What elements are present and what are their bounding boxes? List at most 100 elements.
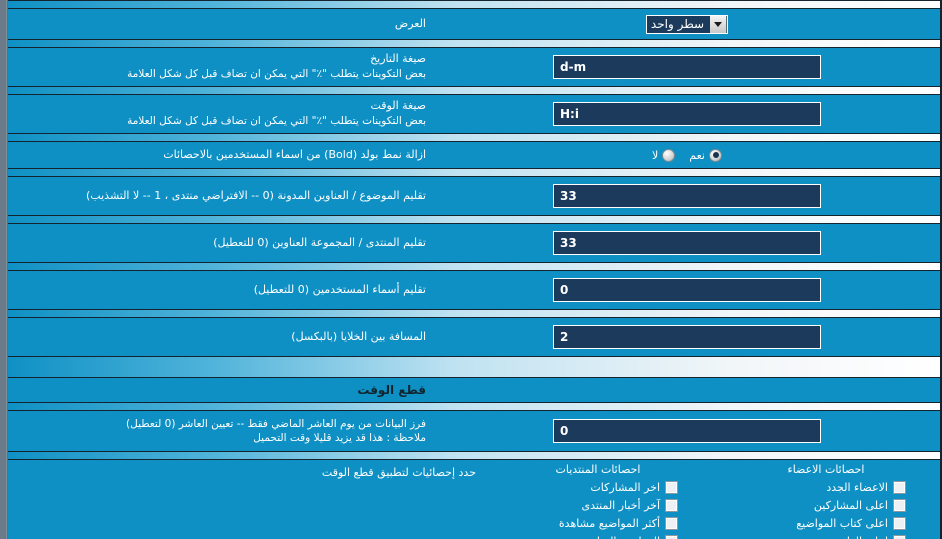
checkbox-label: آخر أخبار المنتدى xyxy=(581,498,660,512)
checkbox-row[interactable]: المواضيع الساخنة xyxy=(518,532,678,539)
time-format-label: صيغة الوقت xyxy=(370,99,426,113)
checkbox-row[interactable]: اعلى كتاب المواضيع xyxy=(746,514,906,532)
checkbox-row[interactable]: أكثر المواضيع مشاهدة xyxy=(518,514,678,532)
chevron-down-icon[interactable] xyxy=(710,15,728,33)
row-cell-spacing: المسافة بين الخلايا (بالبكسل) xyxy=(5,318,940,356)
time-cut-desc-line2: ملاحظة : هذا قد يزيد قليلا وقت التحميل xyxy=(253,432,426,444)
radio-selected-icon[interactable] xyxy=(709,148,722,162)
time-format-input[interactable] xyxy=(553,102,821,126)
trim-usernames-input[interactable] xyxy=(553,278,821,302)
checkbox-icon[interactable] xyxy=(665,534,678,539)
date-format-input[interactable] xyxy=(553,55,821,79)
stats-column-forums: احصائات المنتديات اخر المشاركات آخر أخبا… xyxy=(484,463,712,539)
remove-bold-label: ازالة نمط بولد (Bold) من اسماء المستخدمي… xyxy=(163,147,426,161)
trim-usernames-label: تقليم أسماء المستخدمين (0 للتعطيل) xyxy=(253,282,426,296)
time-format-control-cell xyxy=(434,98,940,130)
stats-select-label-cell: حدد إحصائيات لتطبيق قطع الوقت xyxy=(55,463,484,479)
checkbox-icon[interactable] xyxy=(665,480,678,494)
checkbox-label: اعلى الداعين xyxy=(746,535,888,539)
separator xyxy=(5,402,940,411)
separator xyxy=(5,262,940,271)
checkbox-label: اخر المشاركات xyxy=(590,480,660,494)
time-cut-section-label-cell: قطع الوقت xyxy=(5,378,434,402)
date-format-desc: بعض التكوينات يتطلب "٪" التي يمكن ان تضا… xyxy=(127,68,426,81)
date-format-label-cell: صيغة التاريخ بعض التكوينات يتطلب "٪" الت… xyxy=(5,48,434,85)
cell-spacing-input[interactable] xyxy=(553,325,821,349)
checkbox-row[interactable]: اعلى المشاركين xyxy=(746,496,906,514)
row-date-format: صيغة التاريخ بعض التكوينات يتطلب "٪" الت… xyxy=(5,48,940,86)
cell-spacing-label: المسافة بين الخلايا (بالبكسل) xyxy=(291,329,426,343)
time-cut-input[interactable] xyxy=(553,419,821,443)
trim-forum-label-cell: تقليم المنتدى / المجموعة العناوين (0 للت… xyxy=(5,232,434,255)
separator xyxy=(5,133,940,142)
trim-usernames-label-cell: تقليم أسماء المستخدمين (0 للتعطيل) xyxy=(5,279,434,302)
checkbox-label: أكثر المواضيع مشاهدة xyxy=(558,516,660,530)
cell-spacing-control-cell xyxy=(434,321,940,353)
stats-selection-area: احصائات الاعضاء الاعضاء الجدد اعلى المشا… xyxy=(5,460,940,539)
checkbox-label: المواضيع الساخنة xyxy=(518,535,660,539)
remove-bold-radio-no[interactable]: لا xyxy=(652,148,676,162)
date-format-label: صيغة التاريخ xyxy=(370,52,426,66)
row-trim-usernames: تقليم أسماء المستخدمين (0 للتعطيل) xyxy=(5,271,940,309)
checkbox-row[interactable]: اعلى الداعين xyxy=(746,532,906,539)
row-time-cut-section: قطع الوقت xyxy=(5,378,940,402)
row-display: سطر واحد العرض xyxy=(5,9,940,39)
checkbox-row[interactable]: اخر المشاركات xyxy=(518,478,678,496)
checkbox-icon[interactable] xyxy=(893,516,906,530)
display-control-cell: سطر واحد xyxy=(434,11,940,38)
remove-bold-label-cell: ازالة نمط بولد (Bold) من اسماء المستخدمي… xyxy=(5,144,434,167)
row-trim-forum-title: تقليم المنتدى / المجموعة العناوين (0 للت… xyxy=(5,224,940,262)
checkbox-row[interactable]: الاعضاء الجدد xyxy=(746,478,906,496)
checkbox-row[interactable]: آخر أخبار المنتدى xyxy=(518,496,678,514)
separator xyxy=(5,215,940,224)
cell-spacing-label-cell: المسافة بين الخلايا (بالبكسل) xyxy=(5,326,434,349)
trim-forum-control-cell xyxy=(434,227,940,259)
stats-column-forums-title: احصائات المنتديات xyxy=(555,463,641,476)
section-divider xyxy=(5,356,940,378)
settings-panel: سطر واحد العرض صيغة التاريخ بعض التكوينا… xyxy=(0,0,942,539)
trim-forum-title-label: تقليم المنتدى / المجموعة العناوين (0 للت… xyxy=(213,235,426,249)
stats-select-label: حدد إحصائيات لتطبيق قطع الوقت xyxy=(321,466,476,479)
radio-unselected-icon[interactable] xyxy=(662,148,676,162)
trim-usernames-control-cell xyxy=(434,274,940,306)
checkbox-icon[interactable] xyxy=(893,480,906,494)
time-cut-desc-line1: فرز البيانات من يوم العاشر الماضي فقط --… xyxy=(126,417,426,430)
checkbox-icon[interactable] xyxy=(665,498,678,512)
date-format-control-cell xyxy=(434,51,940,83)
checkbox-label: اعلى كتاب المواضيع xyxy=(796,516,888,530)
trim-thread-title-input[interactable] xyxy=(553,184,821,208)
row-trim-thread-title: تقليم الموضوع / العناوين المدونة (0 -- ا… xyxy=(5,177,940,215)
time-cut-section-title: قطع الوقت xyxy=(357,382,426,397)
separator xyxy=(5,86,940,95)
display-label: العرض xyxy=(394,16,426,30)
checkbox-icon[interactable] xyxy=(665,516,678,530)
trim-thread-label-cell: تقليم الموضوع / العناوين المدونة (0 -- ا… xyxy=(5,185,434,208)
separator xyxy=(5,168,940,177)
checkbox-label: الاعضاء الجدد xyxy=(826,480,888,494)
separator xyxy=(5,451,940,460)
stats-column-members: احصائات الاعضاء الاعضاء الجدد اعلى المشا… xyxy=(712,463,940,539)
separator xyxy=(5,0,940,9)
checkbox-label: اعلى المشاركين xyxy=(813,498,888,512)
checkbox-icon[interactable] xyxy=(893,498,906,512)
remove-bold-no-label: لا xyxy=(652,148,659,162)
stats-column-members-title: احصائات الاعضاء xyxy=(787,463,865,476)
remove-bold-control-cell: نعم لا xyxy=(434,145,940,166)
time-cut-section-spacer xyxy=(434,386,940,394)
checkbox-icon[interactable] xyxy=(893,534,906,539)
display-label-cell: العرض xyxy=(5,13,434,36)
time-cut-label-cell: فرز البيانات من يوم العاشر الماضي فقط --… xyxy=(5,413,434,449)
remove-bold-radio-yes[interactable]: نعم xyxy=(689,148,722,162)
trim-forum-title-input[interactable] xyxy=(553,231,821,255)
time-format-label-cell: صيغة الوقت بعض التكوينات يتطلب "٪" التي … xyxy=(5,95,434,132)
trim-thread-title-label: تقليم الموضوع / العناوين المدونة (0 -- ا… xyxy=(86,188,426,202)
trim-thread-control-cell xyxy=(434,180,940,212)
time-cut-control-cell xyxy=(434,415,940,447)
row-time-format: صيغة الوقت بعض التكوينات يتطلب "٪" التي … xyxy=(5,95,940,133)
time-format-desc: بعض التكوينات يتطلب "٪" التي يمكن ان تضا… xyxy=(127,115,426,128)
separator xyxy=(5,309,940,318)
remove-bold-yes-label: نعم xyxy=(689,148,705,162)
row-remove-bold: نعم لا ازالة نمط بولد (Bold) من اسماء ال… xyxy=(5,142,940,168)
display-mode-select[interactable]: سطر واحد xyxy=(645,14,729,34)
remove-bold-radio-group: نعم لا xyxy=(652,148,722,162)
